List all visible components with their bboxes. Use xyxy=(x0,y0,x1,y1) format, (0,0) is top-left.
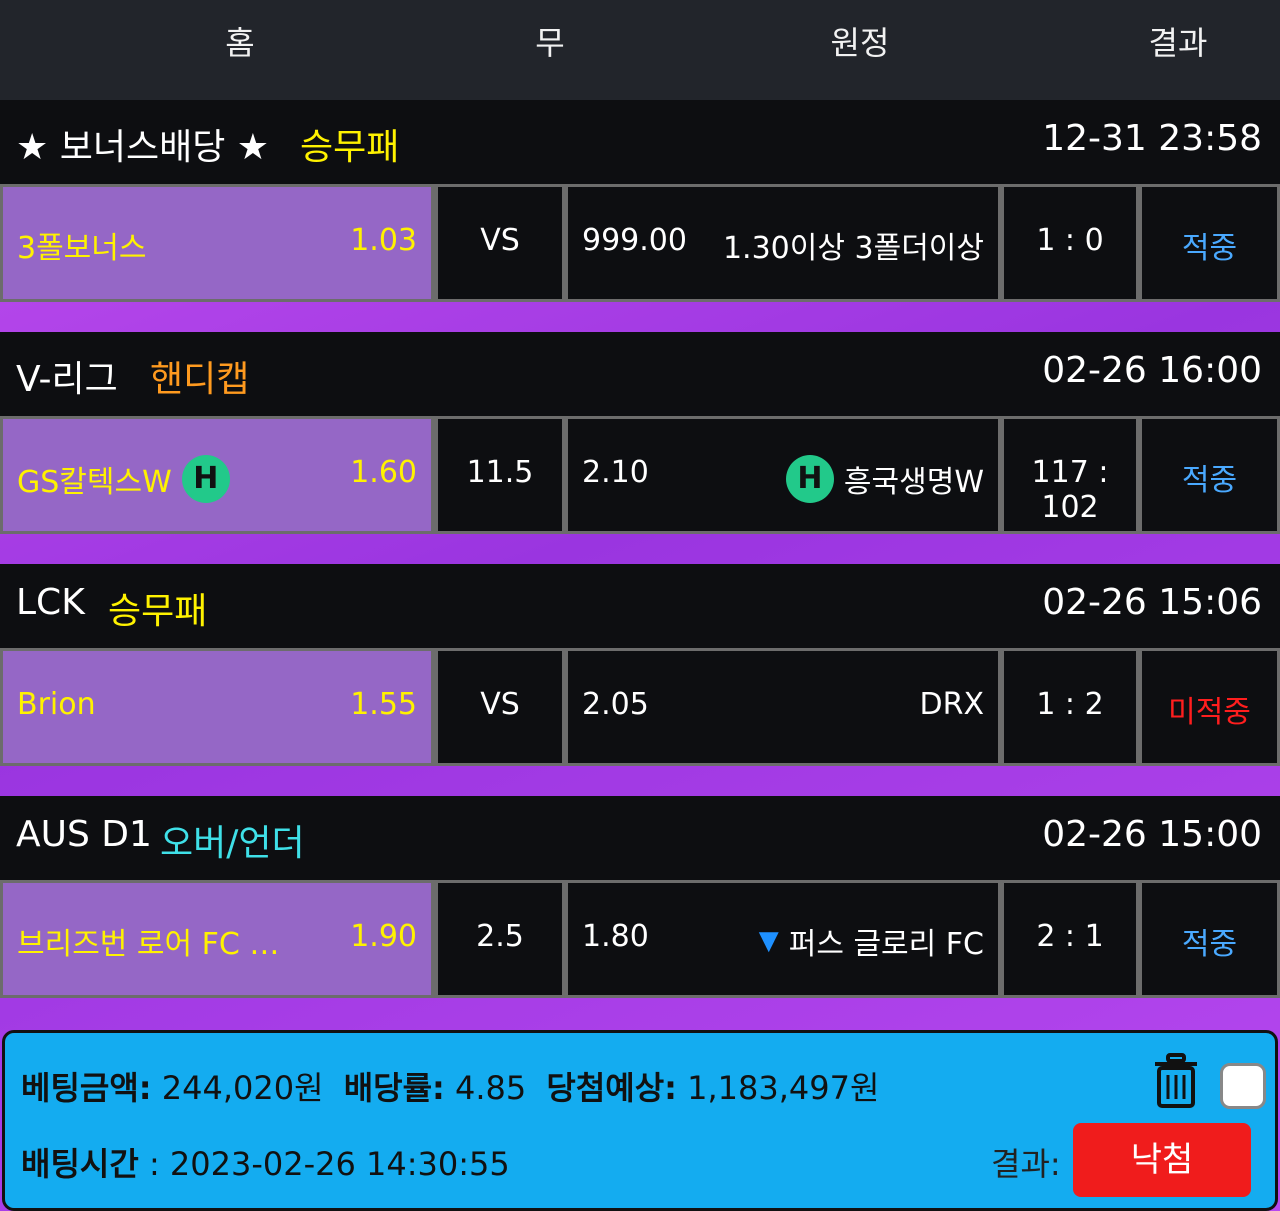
home-team-name: GS칼텍스W xyxy=(17,465,172,500)
score-cell: 1 : 0 xyxy=(1004,187,1136,299)
away-odd: 2.10 xyxy=(582,455,649,490)
league-header: AUS D1 오버/언더 02-26 15:00 xyxy=(0,796,1280,880)
bet-type: 승무패 xyxy=(300,127,400,168)
bet-summary-line: 베팅금액: 244,020원 배당률: 4.85 당첨예상: 1,183,497… xyxy=(21,1063,879,1109)
bet-summary-panel: 베팅금액: 244,020원 배당률: 4.85 당첨예상: 1,183,497… xyxy=(2,1030,1278,1211)
bet-time: : 2023-02-26 14:30:55 xyxy=(148,1145,510,1183)
away-team-name: 1.30이상 3폴더이상 xyxy=(722,231,984,266)
draw-cell[interactable]: 2.5 xyxy=(438,883,562,995)
draw-value: VS xyxy=(480,687,520,722)
header-away: 원정 xyxy=(830,24,890,62)
away-cell[interactable]: 2.05 DRX xyxy=(568,651,998,763)
expected-value: 1,183,497원 xyxy=(687,1069,880,1107)
home-odd: 1.90 xyxy=(350,919,417,954)
result-cell: 미적중 xyxy=(1142,651,1277,763)
draw-cell[interactable]: 11.5 xyxy=(438,419,562,531)
league-header: ★ 보너스배당 ★ 승무패 12-31 23:58 xyxy=(0,100,1280,184)
away-odd: 1.80 xyxy=(582,919,649,954)
bet-type: 승무패 xyxy=(108,591,208,632)
score: 1 : 2 xyxy=(1036,687,1104,722)
home-cell[interactable]: Brion 1.55 xyxy=(3,651,431,763)
handicap-badge-icon: H xyxy=(785,455,834,503)
home-odd: 1.55 xyxy=(350,687,417,722)
column-header: 홈 무 원정 결과 xyxy=(0,0,1280,100)
match-row: 3폴보너스 1.03 VS 999.00 1.30이상 3폴더이상 1 : 0 적중 xyxy=(0,184,1280,302)
match-row: Brion 1.55 VS 2.05 DRX 1 : 2 미적중 xyxy=(0,648,1280,766)
home-team: Brion xyxy=(17,687,96,722)
home-team: GS칼텍스W H xyxy=(17,455,240,503)
down-arrow-icon: ▼ xyxy=(758,926,779,956)
match-result: 적중 xyxy=(1181,231,1238,266)
home-odd: 1.60 xyxy=(350,455,417,490)
away-team-name: DRX xyxy=(919,687,985,722)
result-button[interactable]: 낙첨 xyxy=(1073,1123,1251,1197)
match-result: 적중 xyxy=(1181,463,1238,498)
score: 117 : 102 xyxy=(1031,455,1109,525)
result-cell: 적중 xyxy=(1142,419,1277,531)
league-name: V-리그 xyxy=(16,359,118,400)
home-cell[interactable]: GS칼텍스W H 1.60 xyxy=(3,419,431,531)
score-cell: 1 : 2 xyxy=(1004,651,1136,763)
match-time: 02-26 15:06 xyxy=(1042,582,1262,623)
match-time: 12-31 23:58 xyxy=(1042,118,1262,159)
handicap-badge-icon: H xyxy=(181,455,230,503)
home-team: 브리즈번 로어 FC … xyxy=(17,919,279,963)
bet-time-label: 배팅시간 xyxy=(21,1145,139,1183)
away-cell[interactable]: 1.80 ▼ 퍼스 글로리 FC xyxy=(568,883,998,995)
draw-value: 11.5 xyxy=(466,455,534,490)
draw-cell[interactable]: VS xyxy=(438,187,562,299)
home-team: 3폴보너스 xyxy=(17,223,147,267)
odds-label: 배당률: xyxy=(343,1069,445,1107)
bet-type: 핸디캡 xyxy=(150,359,250,400)
score: 1 : 0 xyxy=(1036,223,1104,258)
home-cell[interactable]: 브리즈번 로어 FC … 1.90 xyxy=(3,883,431,995)
match-row: 브리즈번 로어 FC … 1.90 2.5 1.80 ▼ 퍼스 글로리 FC 2 : 1 적중 xyxy=(0,880,1280,998)
league-name: ★ 보너스배당 ★ xyxy=(16,127,270,168)
league-header: V-리그 핸디캡 02-26 16:00 xyxy=(0,332,1280,416)
away-odd: 2.05 xyxy=(582,687,649,722)
away-odd: 999.00 xyxy=(582,223,687,258)
home-cell[interactable]: 3폴보너스 1.03 xyxy=(3,187,431,299)
bet-type: 오버/언더 xyxy=(160,823,305,864)
result-cell: 적중 xyxy=(1142,883,1277,995)
league-name: AUS D1 xyxy=(16,814,152,855)
bet-amount: 244,020원 xyxy=(161,1069,324,1107)
select-checkbox[interactable] xyxy=(1220,1063,1266,1109)
match-row: GS칼텍스W H 1.60 11.5 2.10 H 흥국생명W 117 : 102 적중 xyxy=(0,416,1280,534)
away-team: ▼ 퍼스 글로리 FC xyxy=(759,919,984,963)
result-cell: 적중 xyxy=(1142,187,1277,299)
away-team: DRX xyxy=(920,687,985,722)
header-home: 홈 xyxy=(225,24,255,62)
home-team-name: Brion xyxy=(17,687,96,722)
bet-time-line: 배팅시간 : 2023-02-26 14:30:55 xyxy=(21,1139,510,1185)
header-draw: 무 xyxy=(535,24,565,62)
match-time: 02-26 15:00 xyxy=(1042,814,1262,855)
home-team-name: 브리즈번 로어 FC … xyxy=(17,927,280,962)
draw-cell[interactable]: VS xyxy=(438,651,562,763)
result-label: 결과: xyxy=(991,1145,1061,1183)
trash-icon[interactable] xyxy=(1153,1053,1199,1109)
score: 2 : 1 xyxy=(1036,919,1104,954)
away-cell[interactable]: 2.10 H 흥국생명W xyxy=(568,419,998,531)
draw-value: VS xyxy=(480,223,520,258)
match-time: 02-26 16:00 xyxy=(1042,350,1262,391)
odds-value: 4.85 xyxy=(454,1069,527,1107)
league-header: LCK 승무패 02-26 15:06 xyxy=(0,564,1280,648)
score-cell: 117 : 102 xyxy=(1004,419,1136,531)
away-team: 1.30이상 3폴더이상 xyxy=(723,223,984,267)
header-result: 결과 xyxy=(1148,24,1208,62)
match-result: 미적중 xyxy=(1168,695,1251,730)
score-cell: 2 : 1 xyxy=(1004,883,1136,995)
expected-label: 당첨예상: xyxy=(546,1069,677,1107)
match-result: 적중 xyxy=(1181,927,1238,962)
home-team-name: 3폴보너스 xyxy=(17,231,147,266)
away-team-name: 퍼스 글로리 FC xyxy=(788,927,984,962)
home-odd: 1.03 xyxy=(350,223,417,258)
league-name: LCK xyxy=(16,582,85,623)
away-team: H 흥국생명W xyxy=(776,455,984,503)
away-team-name: 흥국생명W xyxy=(843,465,984,500)
bet-amount-label: 베팅금액: xyxy=(21,1069,152,1107)
draw-value: 2.5 xyxy=(476,919,524,954)
away-cell[interactable]: 999.00 1.30이상 3폴더이상 xyxy=(568,187,998,299)
